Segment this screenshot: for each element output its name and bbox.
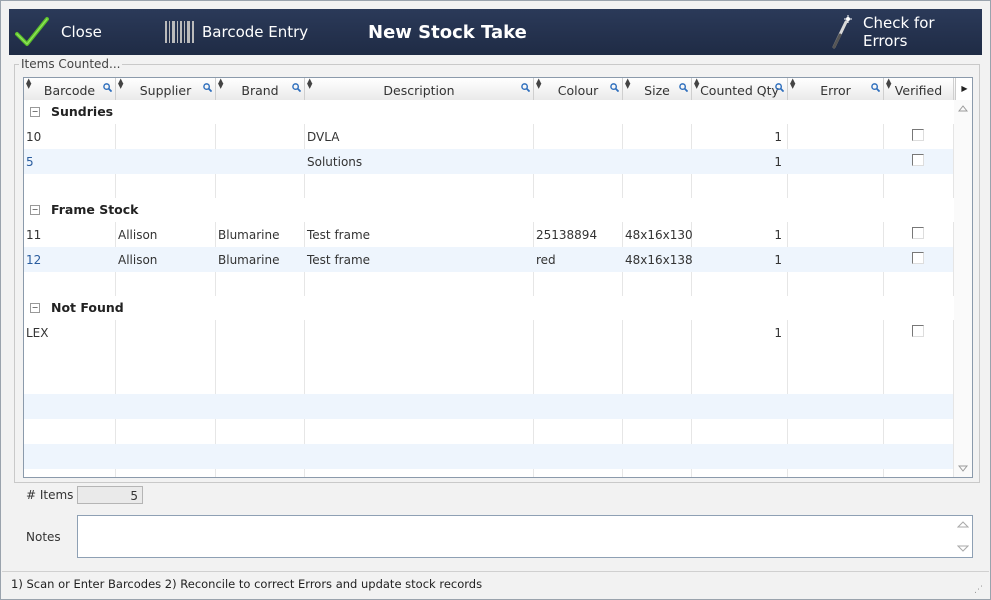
verified-checkbox[interactable] <box>912 325 924 337</box>
column-header-label: Supplier <box>139 83 192 98</box>
cell-colour: red <box>536 253 556 267</box>
cell-description: Test frame <box>307 228 371 242</box>
table-row[interactable]: 12 Allison Blumarine Test frame red 48x16x138… <box>24 247 954 272</box>
cell-qty: 1 <box>774 130 782 144</box>
empty-row <box>24 369 954 394</box>
cell-qty: 1 <box>774 228 782 242</box>
cell-barcode: 12 <box>26 253 42 267</box>
cell-barcode: 11 <box>26 228 42 242</box>
header-scroll-right-icon[interactable]: ▶ <box>955 78 972 100</box>
close-label: Close <box>61 23 102 41</box>
verified-checkbox[interactable] <box>912 252 924 264</box>
cell-qty: 1 <box>774 155 782 169</box>
cell-supplier: Allison <box>118 253 158 267</box>
notes-label: Notes <box>26 530 61 544</box>
search-icon[interactable] <box>679 83 688 92</box>
column-header-label: Colour <box>557 83 599 98</box>
check-for-errors-label: Check for Errors <box>863 14 935 50</box>
cell-barcode: 10 <box>26 130 42 144</box>
cell-description: Solutions <box>307 155 363 169</box>
column-header-qty[interactable]: ▲▼ Counted Qty <box>692 78 788 100</box>
verified-checkbox[interactable] <box>912 129 924 141</box>
column-header-barcode[interactable]: ▲▼ Barcode <box>24 78 116 100</box>
cell-brand: Blumarine <box>218 228 280 242</box>
search-icon[interactable] <box>203 83 212 92</box>
barcode-entry-button[interactable]: Barcode Entry <box>164 9 308 55</box>
search-icon[interactable] <box>610 83 619 92</box>
scroll-up-icon[interactable] <box>958 104 968 112</box>
cell-barcode: 5 <box>26 155 34 169</box>
status-bar: 1) Scan or Enter Barcodes 2) Reconcile t… <box>2 571 989 599</box>
notes-scroll-down-icon[interactable] <box>957 545 969 553</box>
column-header-verified[interactable]: ▲▼ Verified <box>884 78 954 100</box>
window: Close Barcode Entry New Stock Take Check… <box>0 0 991 600</box>
search-icon[interactable] <box>103 83 112 92</box>
collapse-icon[interactable]: − <box>30 205 40 215</box>
grid-header: ▲▼ Barcode ▲▼ Supplier ▲▼ Brand ▲▼ Description ▲… <box>24 78 972 101</box>
cell-supplier: Allison <box>118 228 158 242</box>
cell-description: Test frame <box>307 253 371 267</box>
column-header-label: Verified <box>894 83 943 98</box>
verified-checkbox[interactable] <box>912 227 924 239</box>
column-header-brand[interactable]: ▲▼ Brand <box>216 78 305 100</box>
empty-row <box>24 444 954 469</box>
table-row[interactable]: 5 Solutions 1 <box>24 149 954 174</box>
table-row[interactable]: 11 Allison Blumarine Test frame 25138894 48x1… <box>24 222 954 247</box>
cell-size: 48x16x130 <box>625 228 693 242</box>
column-header-label: Error <box>820 83 851 98</box>
column-header-label: Description <box>383 83 455 98</box>
empty-row <box>24 469 954 477</box>
group-row[interactable]: − Sundries <box>24 100 954 124</box>
items-count-label: # Items <box>26 488 74 502</box>
barcode-entry-label: Barcode Entry <box>202 23 309 41</box>
cell-brand: Blumarine <box>218 253 280 267</box>
group-label: Frame Stock <box>51 202 139 217</box>
column-header-label: Barcode <box>43 83 96 98</box>
magic-wand-icon <box>831 15 853 49</box>
collapse-icon[interactable]: − <box>30 107 40 117</box>
page-title: New Stock Take <box>368 21 527 43</box>
items-grid: ▲▼ Barcode ▲▼ Supplier ▲▼ Brand ▲▼ Description ▲… <box>23 77 973 478</box>
search-icon[interactable] <box>521 83 530 92</box>
cell-description: DVLA <box>307 130 340 144</box>
search-icon[interactable] <box>775 83 784 92</box>
column-header-supplier[interactable]: ▲▼ Supplier <box>116 78 216 100</box>
checkmark-icon <box>15 16 49 48</box>
vertical-scrollbar[interactable] <box>953 100 972 477</box>
check-for-errors-button[interactable]: Check for Errors <box>831 9 982 55</box>
close-button[interactable]: Close <box>15 9 102 55</box>
cell-colour: 25138894 <box>536 228 598 242</box>
verified-checkbox[interactable] <box>912 154 924 166</box>
cell-qty: 1 <box>774 326 782 340</box>
group-label: Not Found <box>51 300 124 315</box>
search-icon[interactable] <box>292 83 301 92</box>
collapse-icon[interactable]: − <box>30 303 40 313</box>
empty-row <box>24 394 954 419</box>
cell-size: 48x16x138 <box>625 253 693 267</box>
items-count-field: 5 <box>77 486 143 504</box>
table-row[interactable]: 10 DVLA 1 <box>24 124 954 149</box>
toolbar: Close Barcode Entry New Stock Take Check… <box>9 9 982 55</box>
resize-grip-icon[interactable]: ⋰ <box>974 585 983 595</box>
group-row[interactable]: − Frame Stock <box>24 198 954 222</box>
column-header-colour[interactable]: ▲▼ Colour <box>534 78 623 100</box>
notes-scroll-up-icon[interactable] <box>957 520 969 528</box>
barcode-icon <box>164 20 196 44</box>
items-counted-label: Items Counted... <box>19 57 123 71</box>
notes-field[interactable] <box>77 515 973 558</box>
cell-barcode: LEX <box>26 326 49 340</box>
empty-row <box>24 419 954 444</box>
column-header-description[interactable]: ▲▼ Description <box>305 78 534 100</box>
column-header-label: Counted Qty <box>700 83 779 98</box>
column-header-label: Brand <box>241 83 279 98</box>
column-header-size[interactable]: ▲▼ Size <box>623 78 692 100</box>
group-label: Sundries <box>51 104 114 119</box>
search-icon[interactable] <box>871 83 880 92</box>
status-text: 1) Scan or Enter Barcodes 2) Reconcile t… <box>11 577 483 591</box>
column-header-error[interactable]: ▲▼ Error <box>788 78 884 100</box>
group-row[interactable]: − Not Found <box>24 296 954 320</box>
cell-qty: 1 <box>774 253 782 267</box>
scroll-down-icon[interactable] <box>958 465 968 473</box>
table-row[interactable]: LEX 1 <box>24 320 954 345</box>
